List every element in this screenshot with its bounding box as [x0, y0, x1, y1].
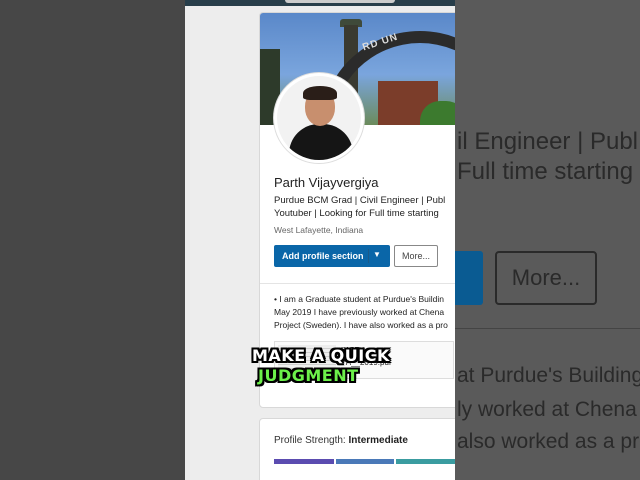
avatar-shirt: [289, 124, 353, 160]
button-separator: [368, 249, 369, 263]
zoomed-about-line1: at Purdue's Building: [457, 364, 640, 387]
profile-strength-value: Intermediate: [348, 435, 408, 446]
zoomed-headline-line1: il Engineer | Publ: [457, 128, 639, 155]
background-zoomed-profile: il Engineer | Publ Full time starting Mo…: [455, 0, 640, 480]
zoomed-about-line2: ly worked at Chena: [457, 398, 637, 421]
avatar[interactable]: [274, 73, 364, 163]
section-divider: [260, 283, 455, 284]
about-line3: Project (Sweden). I have also worked as …: [274, 320, 448, 330]
strength-bar-segment-1: [274, 459, 334, 464]
profile-name: Parth Vijayvergiya: [274, 175, 379, 190]
avatar-hair: [303, 86, 337, 100]
top-navigation-bar: [185, 0, 455, 6]
about-line2: May 2019 I have previously worked at Che…: [274, 307, 445, 317]
add-profile-section-button[interactable]: Add profile section ▼: [274, 245, 390, 267]
caret-down-icon[interactable]: ▼: [373, 250, 381, 259]
caption-line1: MAKE A QUICK: [252, 346, 390, 365]
strength-bar-segment-2: [336, 459, 394, 464]
linkedin-profile-screen: RD UN Parth Vijayvergiya Purdue BCM Grad…: [185, 0, 455, 480]
profile-strength-label: Profile Strength: Intermediate: [274, 435, 408, 446]
about-line1: • I am a Graduate student at Purdue's Bu…: [274, 294, 444, 304]
search-bar[interactable]: [285, 0, 395, 3]
add-profile-section-label: Add profile section: [282, 251, 364, 261]
caption-line2: JUDGMENT: [258, 366, 359, 385]
zoomed-about-line3: also worked as a pro: [457, 430, 640, 453]
zoomed-add-section-button: [455, 251, 483, 305]
zoomed-divider: [455, 328, 640, 329]
zoomed-headline-line2: Full time starting: [457, 158, 634, 185]
profile-headline-line1: Purdue BCM Grad | Civil Engineer | Publ: [274, 195, 446, 206]
profile-strength-card: Profile Strength: Intermediate: [259, 418, 455, 480]
background-left-panel: [0, 0, 185, 480]
zoomed-more-button: More...: [495, 251, 597, 305]
profile-location: West Lafayette, Indiana: [274, 225, 364, 235]
more-button[interactable]: More...: [394, 245, 438, 267]
strength-bar-segment-3: [396, 459, 455, 464]
profile-strength-prefix: Profile Strength:: [274, 435, 349, 446]
profile-headline-line2: Youtuber | Looking for Full time startin…: [274, 208, 439, 219]
